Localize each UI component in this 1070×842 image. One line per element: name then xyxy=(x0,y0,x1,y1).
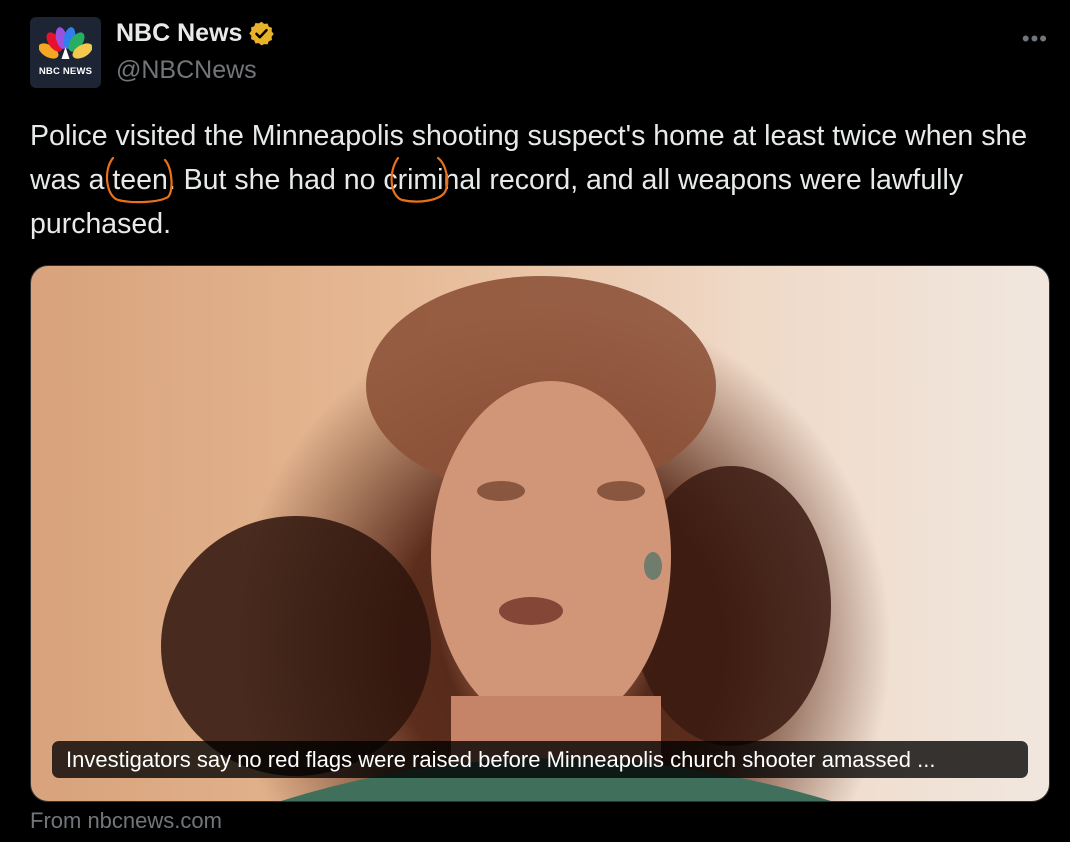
card-source-link[interactable]: From nbcnews.com xyxy=(30,808,222,834)
video-frame-image xyxy=(161,276,831,801)
annotation-circle-1 xyxy=(105,156,173,204)
card-caption: Investigators say no red flags were rais… xyxy=(52,741,1028,778)
annotation-circle-2 xyxy=(390,156,449,203)
link-card-video-thumbnail[interactable]: Investigators say no red flags were rais… xyxy=(30,265,1050,802)
